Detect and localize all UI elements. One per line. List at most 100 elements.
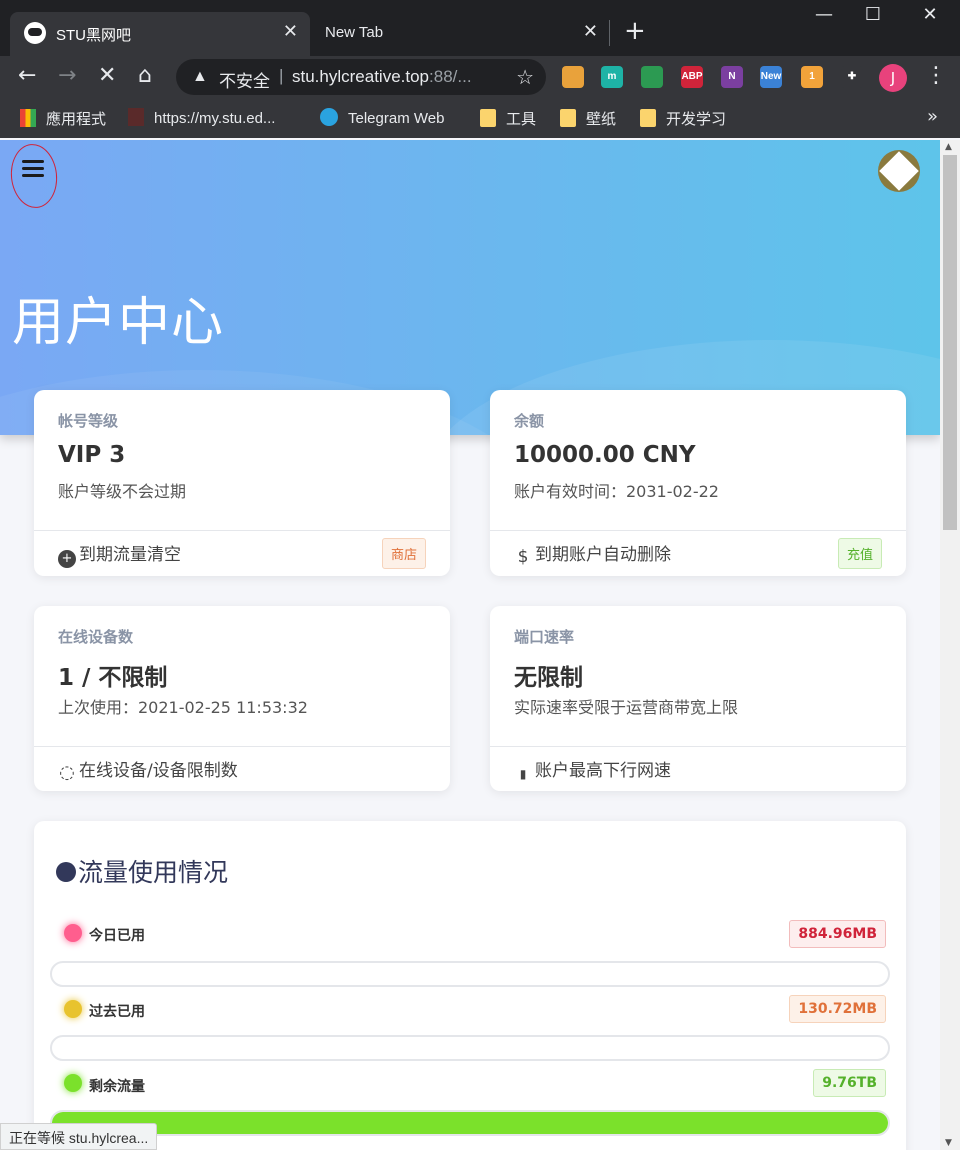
card-subtext: 账户等级不会过期: [58, 482, 187, 501]
bookmarks-bar: 應用程式 https://my.stu.ed... Telegram Web 工…: [0, 98, 960, 138]
window-close-button[interactable]: ✕: [910, 4, 950, 25]
onenote-extension-icon[interactable]: N: [721, 66, 743, 88]
card-footer-text: 到期账户自动删除: [535, 545, 671, 565]
dollar-icon: $: [517, 547, 529, 567]
card-subtext: 实际速率受限于运营商带宽上限: [514, 698, 739, 717]
tab-close-icon[interactable]: ✕: [583, 21, 598, 42]
browser-titlebar: STU黑网吧 ✕ New Tab ✕ + — ☐ ✕: [0, 0, 960, 56]
stu-favicon-icon: [128, 108, 144, 126]
progress-fill: [52, 1112, 888, 1134]
folder-icon: [640, 109, 656, 127]
url-text[interactable]: stu.hylcreative.top:88/...: [292, 67, 472, 87]
bookmark-folder-wallpaper[interactable]: 壁纸: [560, 108, 616, 129]
tab-separator: [609, 20, 610, 46]
puzzle-extension-icon[interactable]: ✚: [841, 66, 863, 88]
annotation-circle: [7, 141, 61, 211]
remaining-traffic-dot: [64, 1074, 82, 1092]
telegram-icon: [320, 108, 338, 126]
bookmark-apps[interactable]: 應用程式: [20, 108, 106, 129]
profile-avatar[interactable]: J: [879, 64, 907, 92]
folder-icon: [560, 109, 576, 127]
online-devices-card: 在线设备数 1 / 不限制 上次使用：2021-02-25 11:53:32 ◌…: [34, 606, 450, 791]
site-favicon-icon: [24, 22, 46, 44]
shop-button[interactable]: 商店: [381, 538, 426, 569]
card-divider: [490, 530, 906, 531]
new-extension-icon[interactable]: New: [760, 66, 782, 88]
balance-card: 余额 10000.00 CNY 账户有效时间：2031-02-22 $ 到期账户自…: [490, 390, 906, 576]
past-used-dot: [64, 1000, 82, 1018]
card-footer: $ 到期账户自动删除: [514, 540, 671, 566]
bookmark-telegram[interactable]: Telegram Web: [320, 108, 444, 127]
card-value: 1 / 不限制: [58, 665, 168, 691]
user-circle-icon: [56, 862, 76, 882]
warning-icon[interactable]: ▲: [192, 68, 208, 86]
signal-bars-icon: ▮: [519, 767, 527, 781]
home-button[interactable]: ⌂: [138, 64, 152, 88]
card-value: VIP 3: [58, 442, 126, 468]
bookmark-star-icon[interactable]: ☆: [516, 65, 534, 90]
traffic-usage-panel: 流量使用情况 今日已用 884.96MB 过去已用 130.72MB 剩余流量 …: [34, 821, 906, 1150]
remaining-traffic-label: 剩余流量: [89, 1079, 145, 1095]
traffic-heading-text: 流量使用情况: [78, 858, 229, 887]
past-used-value: 130.72MB: [789, 995, 886, 1023]
folder-icon: [480, 109, 496, 127]
bookmark-label: 壁纸: [586, 111, 617, 128]
bookmark-label: 工具: [506, 111, 537, 128]
bookmark-label: 應用程式: [46, 111, 107, 128]
recharge-button[interactable]: 充值: [837, 538, 882, 569]
plus-circle-icon: +: [58, 550, 76, 568]
forward-button[interactable]: →: [58, 64, 76, 88]
remaining-traffic-value: 9.76TB: [813, 1069, 886, 1097]
maximize-button[interactable]: ☐: [853, 4, 893, 25]
scroll-up-arrow-icon[interactable]: ▲: [945, 142, 952, 152]
card-footer-text: 在线设备/设备限制数: [79, 761, 238, 781]
scroll-down-arrow-icon[interactable]: ▼: [945, 1138, 952, 1148]
abp-extension-icon[interactable]: ABP: [681, 66, 703, 88]
traffic-heading: 流量使用情况: [56, 853, 228, 889]
status-bar: 正在等候 stu.hylcrea...: [0, 1123, 158, 1150]
past-used-progress: [50, 1035, 890, 1061]
page-title: 用户中心: [12, 293, 225, 353]
card-subtext: 上次使用：2021-02-25 11:53:32: [58, 698, 308, 717]
page-scrollbar[interactable]: ▲ ▼: [940, 140, 960, 1150]
spinner-icon: ◌: [59, 762, 75, 783]
bookmark-label: 开发学习: [666, 111, 727, 128]
m-extension-icon[interactable]: m: [601, 66, 623, 88]
bookmark-folder-dev[interactable]: 开发学习: [640, 108, 726, 129]
bookmark-folder-tools[interactable]: 工具: [480, 108, 536, 129]
today-used-progress: [50, 961, 890, 987]
account-level-card: 帐号等级 VIP 3 账户等级不会过期 + 到期流量清空 商店: [34, 390, 450, 576]
insecure-label: 不安全: [219, 72, 270, 91]
card-value: 无限制: [514, 665, 583, 691]
new-tab-button[interactable]: +: [624, 16, 646, 46]
back-button[interactable]: ←: [18, 64, 36, 88]
past-used-label: 过去已用: [89, 1004, 145, 1020]
today-used-label: 今日已用: [89, 928, 145, 944]
tab-new-tab[interactable]: New Tab ✕: [312, 12, 610, 56]
address-bar[interactable]: ▲ 不安全 | stu.hylcreative.top:88/... ☆: [176, 59, 546, 95]
page-viewport: 用户中心 帐号等级 VIP 3 账户等级不会过期 + 到期流量清空 商店 余额 1…: [0, 140, 940, 1150]
stop-loading-button[interactable]: ✕: [98, 64, 116, 88]
photos-extension-icon[interactable]: [562, 66, 584, 88]
minimize-button[interactable]: —: [804, 4, 844, 25]
browser-menu-icon[interactable]: ⋮: [925, 63, 947, 88]
card-label: 在线设备数: [58, 628, 134, 646]
badge-extension-icon[interactable]: 1: [801, 66, 823, 88]
user-avatar[interactable]: [878, 150, 920, 192]
tab-stu[interactable]: STU黑网吧 ✕: [10, 12, 310, 56]
card-footer-text: 到期流量清空: [79, 545, 181, 565]
card-subtext: 账户有效时间：2031-02-22: [514, 482, 719, 501]
scrollbar-thumb[interactable]: [943, 155, 957, 530]
card-label: 余额: [514, 412, 545, 430]
green-extension-icon[interactable]: [641, 66, 663, 88]
tab-close-icon[interactable]: ✕: [283, 21, 298, 42]
card-divider: [34, 746, 450, 747]
apps-grid-icon: [20, 109, 36, 127]
card-footer: + 到期流量清空: [58, 540, 181, 568]
omnibox-separator: |: [279, 66, 284, 85]
card-label: 帐号等级: [58, 412, 119, 430]
card-divider: [34, 530, 450, 531]
bookmarks-overflow-button[interactable]: »: [927, 106, 938, 127]
bookmark-my-stu[interactable]: https://my.stu.ed...: [128, 108, 275, 127]
bookmark-label: Telegram Web: [348, 110, 445, 127]
